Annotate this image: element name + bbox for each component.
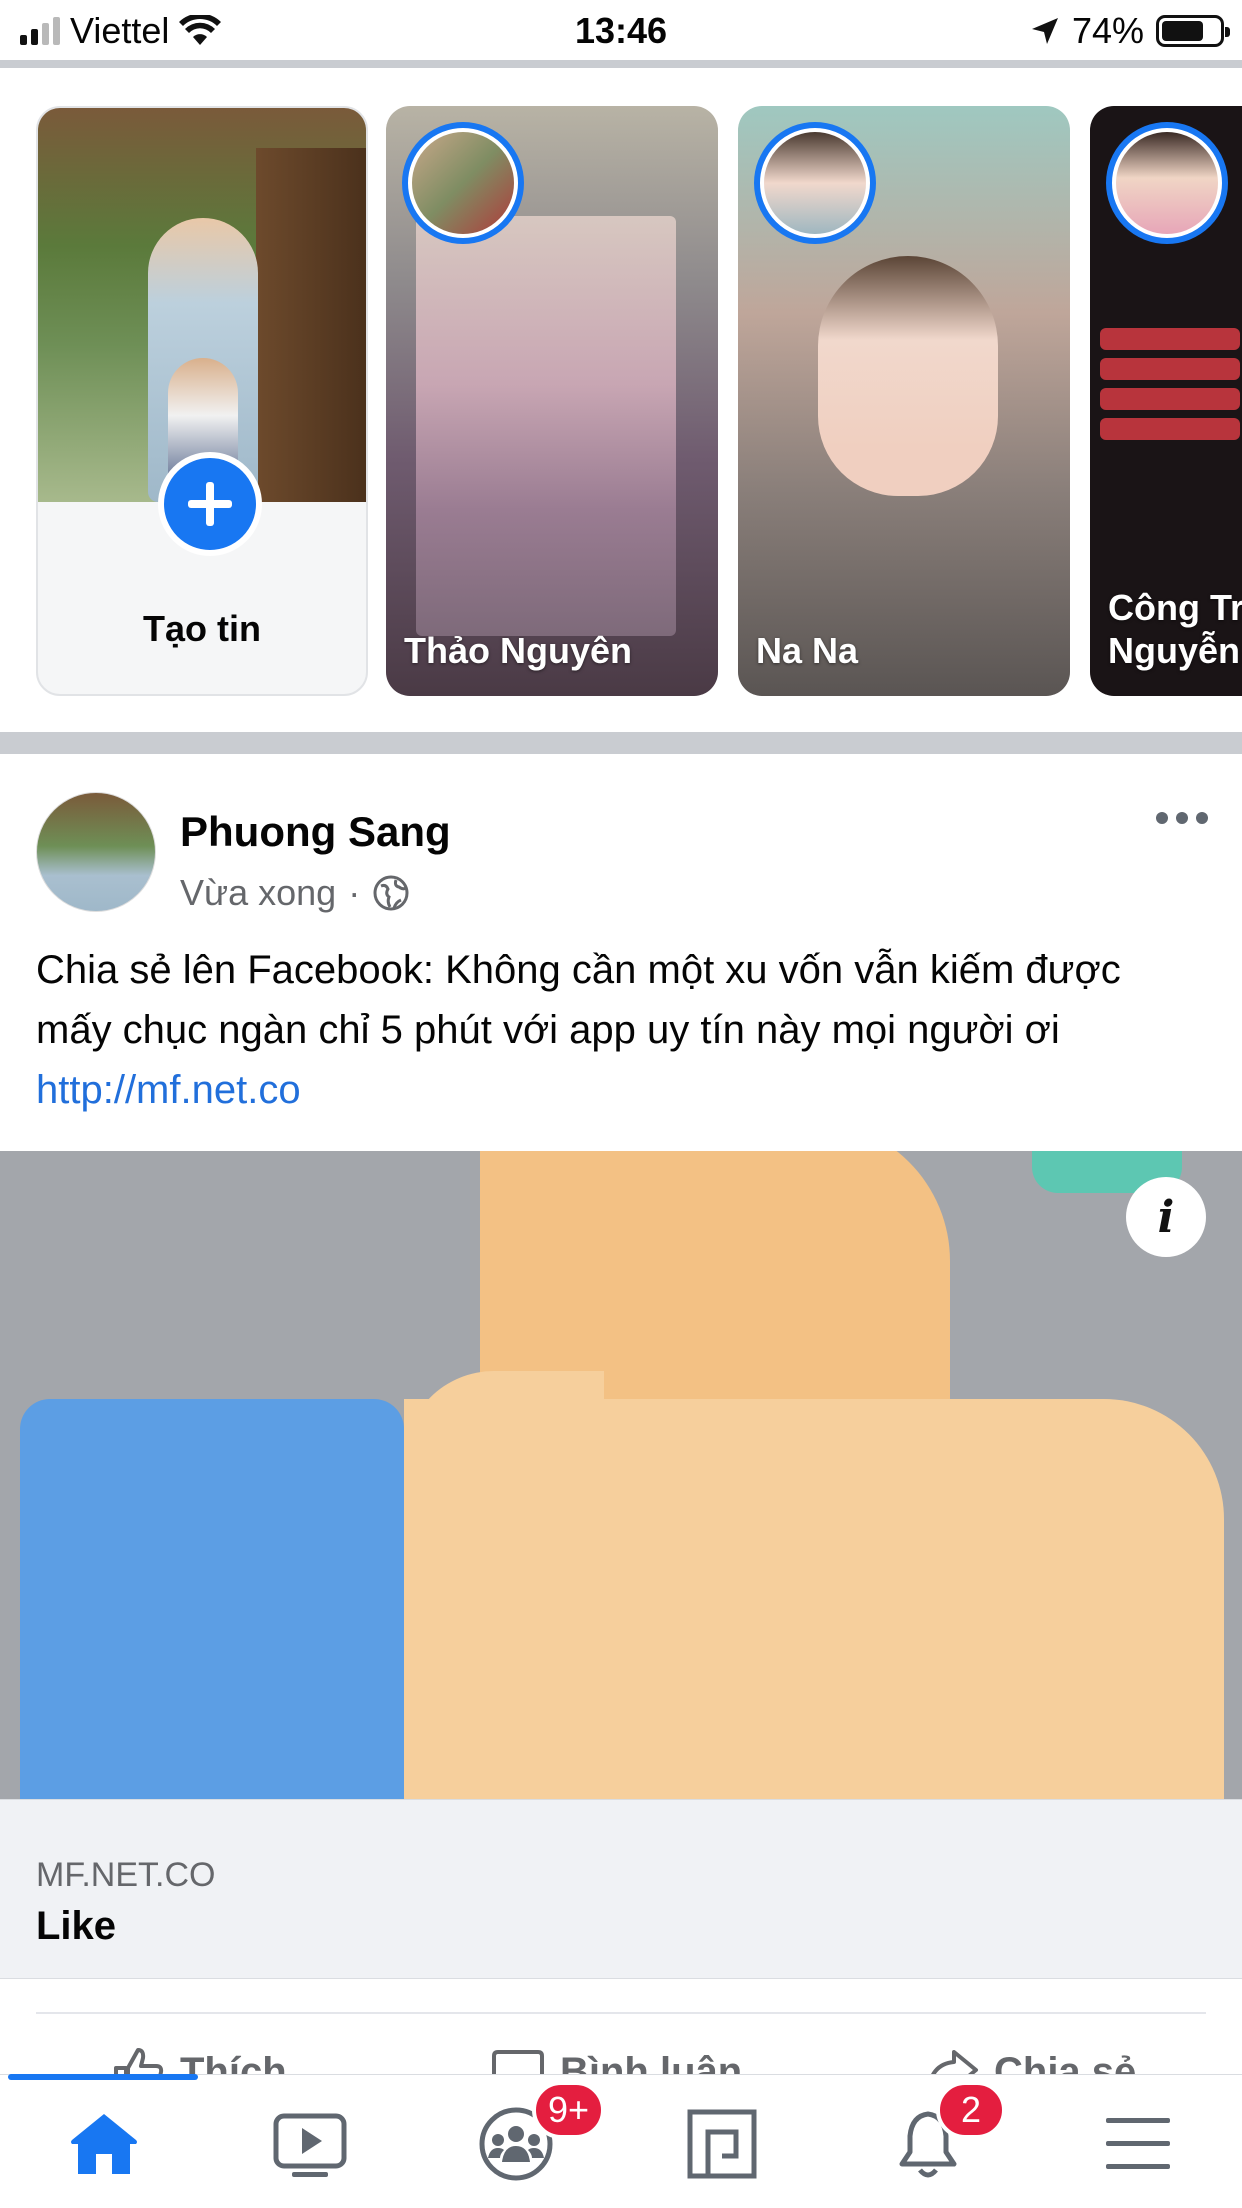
feed-post: Phuong Sang Vừa xong · Chia sẻ lên Faceb… bbox=[0, 754, 1242, 2098]
avatar[interactable] bbox=[36, 792, 156, 912]
link-preview-image[interactable]: i bbox=[0, 1151, 1242, 1799]
notifications-badge: 2 bbox=[936, 2081, 1006, 2139]
stories-tray[interactable]: Tạo tin Thảo Nguyên Na Na Công Tr Nguyễn bbox=[0, 68, 1242, 732]
tab-watch[interactable] bbox=[260, 2099, 360, 2189]
home-icon bbox=[71, 2114, 137, 2174]
post-meta: Vừa xong · bbox=[180, 872, 410, 914]
create-story-card[interactable]: Tạo tin bbox=[36, 106, 368, 696]
hamburger-menu-icon bbox=[1106, 2118, 1170, 2169]
link-title: Like bbox=[36, 1904, 117, 1948]
story-avatar bbox=[402, 122, 524, 244]
battery-icon bbox=[1156, 15, 1230, 47]
create-story-photo bbox=[38, 108, 366, 502]
story-card[interactable]: Công Tr Nguyễn bbox=[1090, 106, 1242, 696]
story-card[interactable]: Thảo Nguyên bbox=[386, 106, 718, 696]
section-divider bbox=[0, 732, 1242, 754]
plus-icon bbox=[188, 482, 232, 526]
story-name: Thảo Nguyên bbox=[404, 629, 633, 671]
meta-separator: · bbox=[348, 872, 361, 913]
post-body: Chia sẻ lên Facebook: Không cần một xu v… bbox=[36, 948, 1121, 1052]
battery-fill bbox=[1162, 21, 1203, 41]
create-story-label: Tạo tin bbox=[143, 608, 261, 649]
tab-menu[interactable] bbox=[1088, 2099, 1188, 2189]
link-domain: MF.NET.CO bbox=[36, 1856, 216, 1894]
post-time[interactable]: Vừa xong bbox=[180, 872, 336, 914]
groups-badge: 9+ bbox=[532, 2081, 606, 2139]
bottom-tab-bar: 9+ 2 bbox=[0, 2074, 1242, 2208]
post-text: Chia sẻ lên Facebook: Không cần một xu v… bbox=[36, 940, 1206, 1120]
status-bar: Viettel 13:46 74% bbox=[0, 0, 1242, 62]
tab-home[interactable] bbox=[54, 2099, 154, 2189]
post-actions-divider bbox=[36, 2012, 1206, 2014]
more-options-button[interactable] bbox=[1156, 812, 1208, 824]
location-arrow-icon bbox=[1031, 18, 1058, 44]
story-name: Na Na bbox=[756, 629, 859, 671]
story-avatar bbox=[1106, 122, 1228, 244]
header-divider bbox=[0, 60, 1242, 68]
post-author[interactable]: Phuong Sang bbox=[180, 808, 451, 856]
story-photo bbox=[416, 216, 676, 636]
story-photo bbox=[818, 256, 998, 496]
add-story-button[interactable] bbox=[158, 452, 262, 556]
link-preview-caption[interactable]: MF.NET.CO Like bbox=[0, 1799, 1242, 1979]
marketplace-icon bbox=[687, 2109, 757, 2179]
globe-icon bbox=[373, 875, 409, 911]
tab-groups[interactable]: 9+ bbox=[466, 2081, 606, 2189]
video-icon bbox=[273, 2113, 347, 2177]
battery-percent: 74% bbox=[1071, 10, 1144, 51]
tab-notifications[interactable]: 2 bbox=[878, 2081, 1006, 2189]
story-card[interactable]: Na Na bbox=[738, 106, 1070, 696]
status-right: 74% bbox=[1030, 10, 1230, 52]
tab-marketplace[interactable] bbox=[672, 2099, 772, 2189]
post-link[interactable]: http://mf.net.co bbox=[36, 1068, 301, 1112]
active-tab-indicator bbox=[8, 2074, 198, 2080]
info-button[interactable]: i bbox=[1126, 1177, 1206, 1257]
story-avatar bbox=[754, 122, 876, 244]
story-name: Công Tr Nguyễn bbox=[1108, 587, 1242, 671]
